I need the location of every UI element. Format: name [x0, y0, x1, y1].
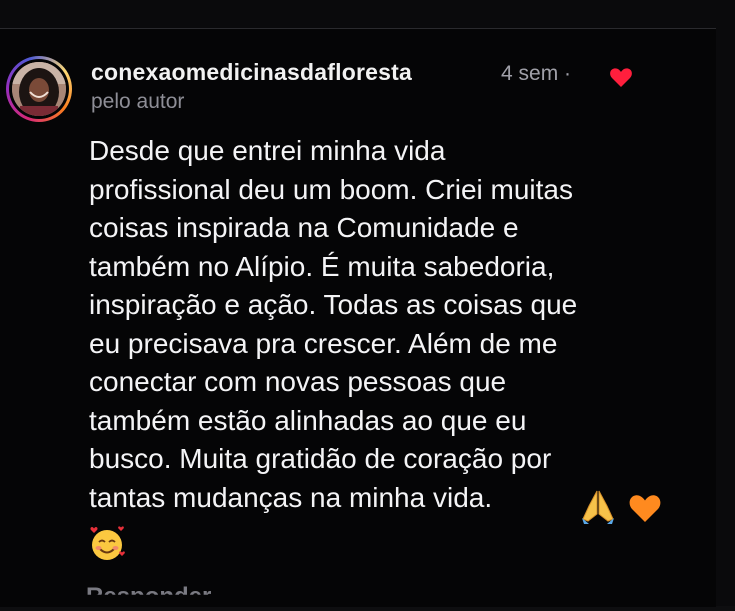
smiling-face-with-hearts-emoji: [90, 526, 125, 560]
comment-line: também estão alinhadas ao que eu: [89, 404, 527, 436]
avatar[interactable]: [12, 62, 66, 116]
comment-line: inspiração e ação. Todas as coisas que: [89, 289, 578, 320]
folded-hands-emoji: [582, 490, 614, 524]
screenshot-frame: conexaomedicinasdafloresta 4 sem · pelo …: [0, 0, 735, 607]
author-tag: pelo autor: [91, 90, 185, 113]
comment-line: coisas inspirada na Comunidade e: [89, 212, 519, 243]
comment-line: eu precisava pra crescer. Além de me: [89, 327, 558, 359]
comment-line: conectar com novas pessoas que: [89, 366, 507, 397]
avatar-gap: [9, 59, 69, 119]
comment-line: profissional deu um boom. Criei muitas: [89, 173, 573, 205]
comment-meta: 4 sem ·: [501, 62, 571, 86]
comment-line: Desde que entrei minha vida: [89, 135, 446, 166]
meta-separator: ·: [564, 62, 572, 85]
red-heart-icon[interactable]: [609, 66, 633, 88]
orange-heart-emoji: [629, 495, 661, 522]
comment-age: 4 sem: [501, 62, 559, 85]
comment-text: Desde que entrei minha vida profissional…: [89, 132, 689, 517]
comment-username[interactable]: conexaomedicinasdafloresta: [91, 59, 412, 86]
comment-line: busco. Muita gratidão de coração por: [89, 443, 552, 474]
avatar-story-ring[interactable]: [6, 56, 72, 122]
avatar-photo: [12, 62, 66, 116]
comment-line: também no Alípio. É muita sabedoria,: [89, 250, 555, 282]
